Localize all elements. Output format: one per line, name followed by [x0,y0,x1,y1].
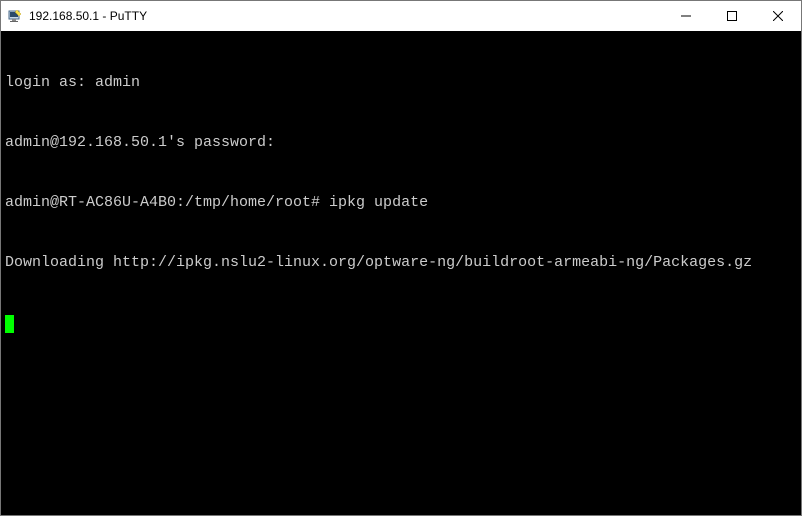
window-title: 192.168.50.1 - PuTTY [29,9,147,23]
putty-icon [7,8,23,24]
terminal-area[interactable]: login as: admin admin@192.168.50.1's pas… [1,31,801,515]
cursor-block [5,315,14,333]
minimize-button[interactable] [663,1,709,31]
maximize-button[interactable] [709,1,755,31]
terminal-line: admin@RT-AC86U-A4B0:/tmp/home/root# ipkg… [5,193,797,213]
window-controls [663,1,801,31]
terminal-line: admin@192.168.50.1's password: [5,133,797,153]
close-button[interactable] [755,1,801,31]
terminal-line: Downloading http://ipkg.nslu2-linux.org/… [5,253,797,273]
terminal-line: login as: admin [5,73,797,93]
titlebar[interactable]: 192.168.50.1 - PuTTY [1,1,801,31]
putty-window: 192.168.50.1 - PuTTY login as: admin adm… [0,0,802,516]
terminal-cursor-line [5,313,797,333]
